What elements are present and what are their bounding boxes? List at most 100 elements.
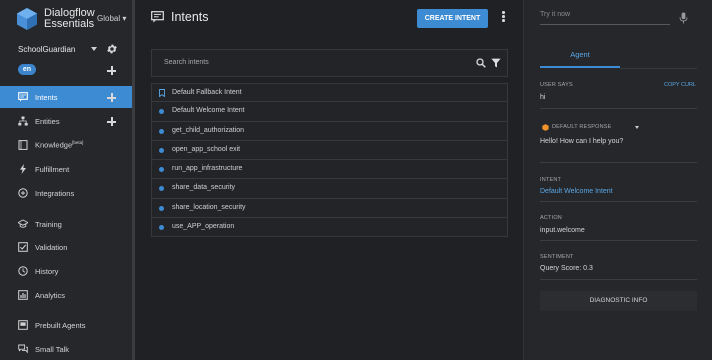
intent-name: use_APP_operation [172, 223, 235, 231]
intent-name: Default Fallback Intent [172, 89, 242, 96]
sidebar-item-label: Fulfillment [35, 164, 70, 174]
sidebar-item-label: Prebuilt Agents [35, 320, 86, 330]
list-item[interactable]: Default Fallback Intent [151, 83, 508, 103]
intent-name: Default Welcome Intent [172, 107, 245, 115]
intent-name: run_app_infrastructure [172, 165, 243, 173]
copy-curl-link[interactable]: COPY CURL [664, 82, 696, 88]
region-selector[interactable]: Global ▾ [97, 14, 126, 23]
intent-dot-icon [159, 128, 164, 134]
more-options-icon[interactable] [502, 11, 505, 23]
small-talk-icon [18, 344, 28, 354]
sidebar-item-training[interactable]: Training [0, 213, 132, 235]
add-language-icon[interactable] [107, 66, 116, 75]
sidebar-item-fulfillment[interactable]: Fulfillment [0, 158, 132, 180]
sidebar-item-knowledge[interactable]: Knowledge[beta] [0, 134, 132, 156]
sidebar-item-prebuilt-agents[interactable]: Prebuilt Agents [0, 314, 132, 336]
agent-selector[interactable]: SchoolGuardian [18, 45, 75, 54]
knowledge-label: Knowledge [35, 140, 73, 150]
list-item[interactable]: use_APP_operation [151, 218, 508, 238]
bar-chart-icon [18, 290, 28, 300]
divider [540, 240, 697, 241]
divider [540, 162, 697, 163]
create-intent-button[interactable]: CREATE INTENT [417, 9, 488, 28]
dialogflow-console: Dialogflow Essentials Global ▾ SchoolGua… [0, 0, 712, 360]
test-console: Try it now Agent USER SAYS COPY CURL hi … [523, 0, 712, 360]
default-response-label: DEFAULT RESPONSE [552, 124, 612, 130]
add-intent-icon[interactable] [107, 93, 116, 102]
clock-icon [18, 266, 28, 276]
filter-icon[interactable] [491, 58, 501, 68]
graduation-cap-icon [18, 219, 28, 228]
sentiment-value: Query Score: 0.3 [540, 265, 593, 272]
matched-intent-link[interactable]: Default Welcome Intent [540, 188, 613, 195]
beta-badge: [beta] [72, 140, 84, 146]
add-entity-icon[interactable] [107, 117, 116, 126]
try-it-now-input[interactable]: Try it now [540, 11, 670, 25]
list-item[interactable]: share_location_security [151, 198, 508, 219]
sidebar-item-integrations[interactable]: Integrations [0, 182, 132, 204]
user-says-label: USER SAYS [540, 82, 573, 88]
response-dropdown-caret-icon[interactable] [635, 126, 639, 129]
language-badge[interactable]: en [18, 64, 36, 75]
intents-main: Intents CREATE INTENT Search intents Def… [135, 0, 523, 360]
intent-name: open_app_school exit [172, 145, 241, 153]
tab-agent[interactable]: Agent [540, 44, 620, 68]
intent-dot-icon [159, 109, 164, 115]
bolt-icon [20, 164, 26, 174]
divider [540, 108, 697, 109]
sidebar-item-label: Intents [35, 92, 58, 102]
brand-name: Dialogflow Essentials [44, 8, 95, 30]
check-box-icon [18, 242, 28, 252]
intent-name: share_data_security [172, 184, 236, 192]
intent-name: share_location_security [172, 203, 246, 211]
search-icon[interactable] [476, 58, 486, 68]
search-intents-field[interactable]: Search intents [151, 49, 508, 77]
sidebar-item-validation[interactable]: Validation [0, 236, 132, 258]
sidebar-item-label: Integrations [35, 188, 75, 198]
dialogflow-logo-icon [17, 8, 37, 30]
bookmark-icon [159, 89, 165, 97]
sidebar-item-intents[interactable]: Intents [0, 86, 132, 108]
sidebar-item-label: Validation [35, 242, 68, 252]
action-value: input.welcome [540, 227, 585, 234]
brand-line-2: Essentials [44, 18, 95, 30]
intent-dot-icon [159, 225, 164, 231]
divider [540, 279, 697, 280]
tab-divider [620, 68, 697, 69]
page-title: Intents [171, 10, 209, 24]
divider [540, 201, 697, 202]
chat-icon [151, 11, 164, 23]
integrations-icon [18, 188, 28, 198]
sidebar-item-label: Training [35, 219, 62, 229]
intent-dot-icon [159, 147, 164, 153]
sidebar-item-history[interactable]: History [0, 260, 132, 282]
intent-dot-icon [159, 167, 164, 173]
chat-icon [18, 92, 28, 102]
agent-dropdown-caret-icon[interactable] [91, 47, 97, 51]
book-icon [18, 140, 28, 150]
prebuilt-agents-icon [18, 320, 28, 330]
intent-dot-icon [159, 186, 164, 192]
list-item[interactable]: Default Welcome Intent [151, 102, 508, 122]
intent-name: get_child_authorization [172, 126, 244, 134]
search-input[interactable]: Search intents [164, 59, 209, 66]
chevron-down-icon: ▾ [122, 14, 127, 23]
sentiment-label: SENTIMENT [540, 254, 574, 260]
brand[interactable]: Dialogflow Essentials [16, 7, 95, 31]
sidebar-item-label: Analytics [35, 290, 66, 300]
diagnostic-info-button[interactable]: DIAGNOSTIC INFO [540, 291, 697, 311]
microphone-icon[interactable] [679, 12, 688, 24]
default-response-icon [542, 124, 549, 131]
gear-icon[interactable] [106, 43, 118, 55]
sidebar-item-small-talk[interactable]: Small Talk [0, 338, 132, 360]
sidebar-item-analytics[interactable]: Analytics [0, 284, 132, 306]
sidebar-item-label: Small Talk [35, 344, 70, 354]
list-item[interactable]: get_child_authorization [151, 121, 508, 141]
entities-icon [18, 116, 28, 126]
intent-list: Default Fallback Intent Default Welcome … [151, 83, 508, 238]
sidebar-item-entities[interactable]: Entities [0, 110, 132, 132]
intent-label: INTENT [540, 177, 562, 183]
list-item[interactable]: share_data_security [151, 179, 508, 199]
list-item[interactable]: run_app_infrastructure [151, 160, 508, 180]
list-item[interactable]: open_app_school exit [151, 140, 508, 161]
